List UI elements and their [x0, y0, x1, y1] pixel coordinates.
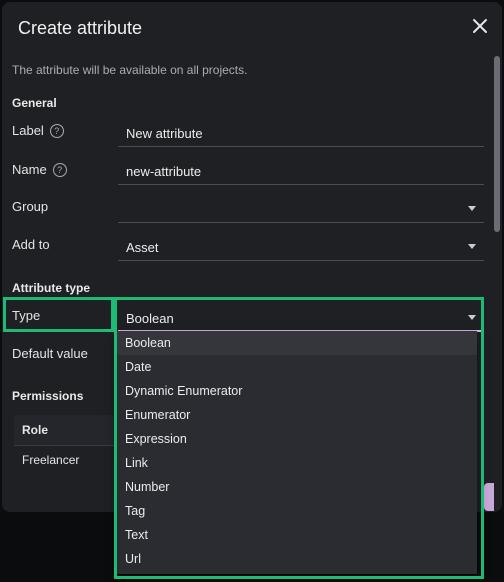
close-icon[interactable] [468, 14, 492, 38]
dropdown-option-boolean[interactable]: Boolean [117, 331, 477, 355]
name-field-label: Name ? [12, 162, 67, 177]
dropdown-option-enumerator[interactable]: Enumerator [117, 403, 477, 427]
section-general-heading: General [12, 96, 57, 110]
dialog-title: Create attribute [18, 18, 143, 38]
scrollbar[interactable] [494, 50, 500, 510]
dialog-subtitle: The attribute will be available on all p… [12, 63, 248, 77]
dropdown-option-link[interactable]: Link [117, 451, 477, 475]
type-field-label: Type [12, 308, 41, 323]
default-value-label: Default value [12, 346, 88, 361]
dropdown-option-url[interactable]: Url [117, 547, 477, 571]
submit-button[interactable] [484, 483, 494, 511]
help-icon[interactable]: ? [52, 162, 67, 177]
table-row[interactable]: Freelancer [14, 446, 124, 474]
addto-select[interactable]: Asset [118, 231, 484, 261]
label-input[interactable]: New attribute [118, 117, 484, 147]
type-dropdown-menu: Boolean Date Dynamic Enumerator Enumerat… [117, 331, 477, 574]
group-select[interactable] [118, 193, 484, 223]
type-select[interactable]: Boolean [118, 302, 484, 332]
dropdown-option-text[interactable]: Text [117, 523, 477, 547]
label-text: Label [12, 123, 44, 138]
chevron-down-icon [468, 315, 476, 320]
chevron-down-icon [468, 206, 476, 211]
dropdown-option-expression[interactable]: Expression [117, 427, 477, 451]
name-input[interactable]: new-attribute [118, 155, 484, 185]
label-field-label: Label ? [12, 123, 64, 138]
dropdown-option-date[interactable]: Date [117, 355, 477, 379]
permissions-table: Role Freelancer [14, 415, 124, 475]
dropdown-option-dynamic-enumerator[interactable]: Dynamic Enumerator [117, 379, 477, 403]
name-text: Name [12, 162, 47, 177]
addto-field-label: Add to [12, 237, 50, 252]
chevron-down-icon [468, 244, 476, 249]
table-header-role: Role [14, 415, 124, 446]
dropdown-option-number[interactable]: Number [117, 475, 477, 499]
section-attribute-type-heading: Attribute type [12, 281, 90, 295]
addto-select-value: Asset [126, 240, 159, 255]
dropdown-option-tag[interactable]: Tag [117, 499, 477, 523]
group-field-label: Group [12, 199, 49, 214]
section-permissions-heading: Permissions [12, 389, 84, 403]
scrollbar-thumb[interactable] [494, 56, 500, 232]
type-select-value: Boolean [126, 311, 174, 326]
help-icon[interactable]: ? [49, 123, 64, 138]
